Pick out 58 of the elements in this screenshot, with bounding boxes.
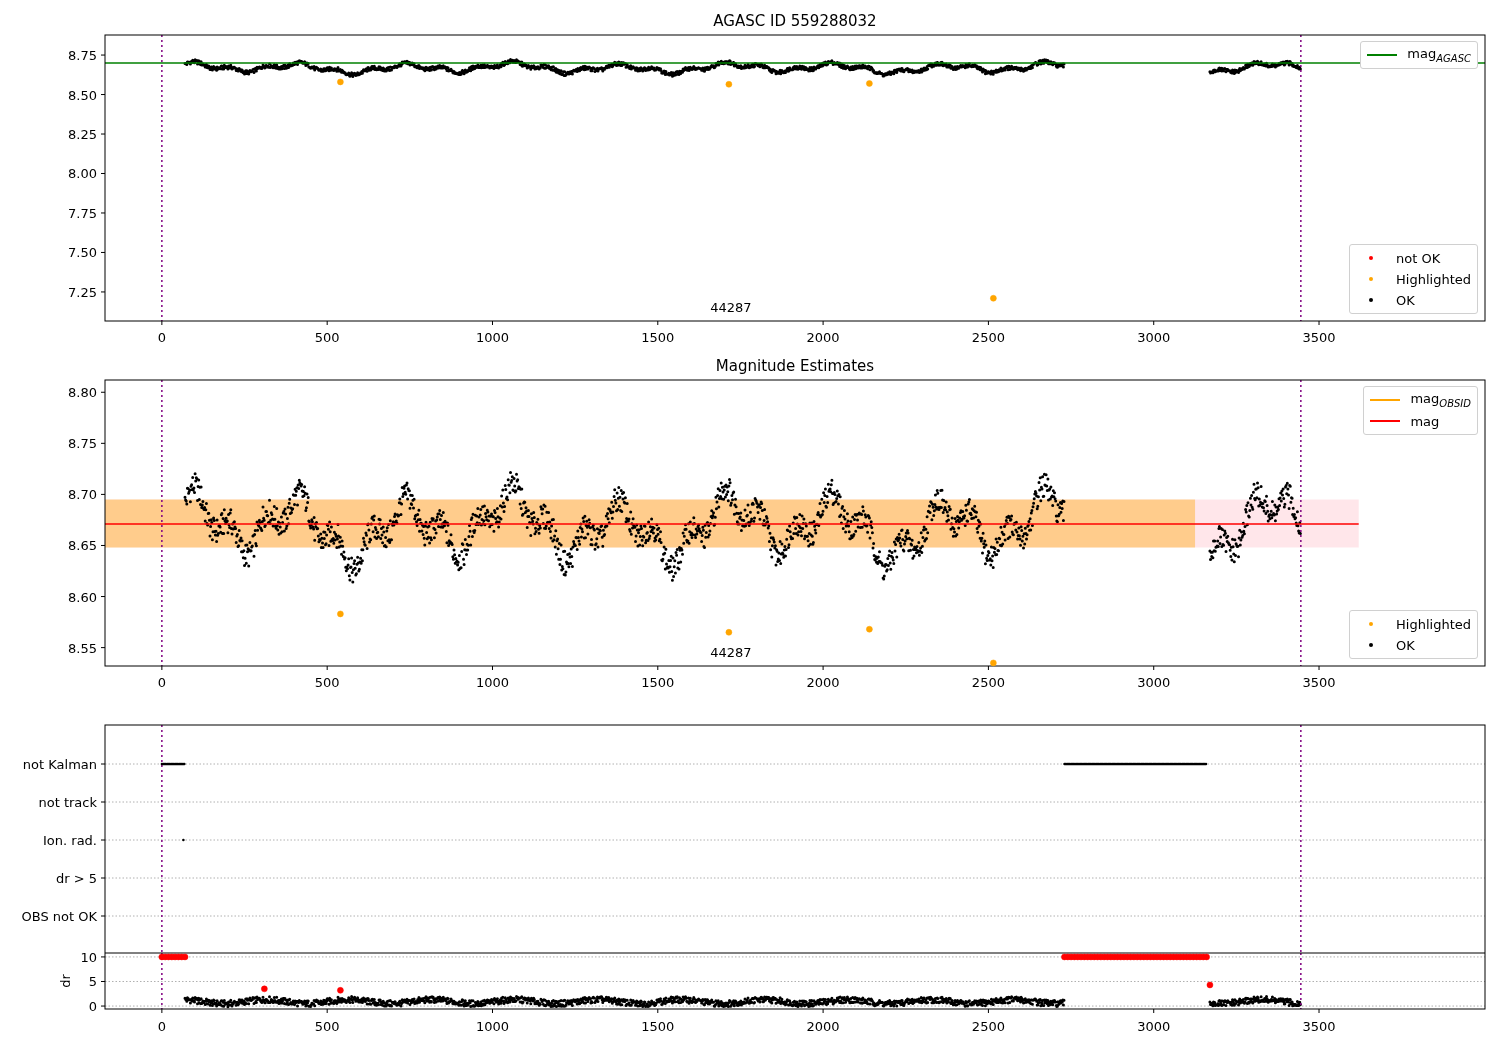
x-tick-label: 1500 [641,675,675,690]
chart-title: Magnitude Estimates [715,357,875,375]
y-tick-label: 8.00 [68,166,97,182]
y-tick-label: not Kalman [22,757,97,772]
y-tick-label: Ion. rad. [43,833,97,848]
x-tick-label: 1500 [641,330,675,345]
chart-title: AGASC ID 559288032 [713,12,877,30]
y-tick-label: 8.65 [68,538,97,554]
y-tick-label: 8.70 [68,487,97,503]
legend-label: not OK [1396,250,1441,266]
x-tick-label: 3500 [1302,1019,1336,1034]
x-tick-label: 500 [314,1019,340,1034]
legend-label: mag$_{AGASC}$ [1407,46,1471,64]
x-tick-label: 1000 [475,1019,510,1034]
y-tick-label: OBS not OK [21,909,97,924]
y-tick-label: 0 [88,999,97,1015]
x-tick-label: 500 [314,675,340,690]
x-tick-label: 2000 [806,1019,840,1034]
y-tick-label: 8.55 [68,640,97,656]
y-tick-label: dr > 5 [55,871,97,886]
y-tick-label: 8.75 [68,48,97,64]
annotation-label: 44287 [710,300,752,315]
x-tick-label: 3000 [1137,1019,1171,1034]
y-tick-label: 7.50 [68,245,97,261]
y-tick-label: 10 [80,953,97,965]
x-tick-label: 3000 [1137,330,1171,345]
x-tick-label: 2500 [971,330,1005,345]
y-tick-label: 8.60 [68,589,97,605]
x-tick-label: 2000 [806,675,840,690]
x-tick-label: 3500 [1302,330,1336,345]
x-tick-label: 3500 [1302,675,1336,690]
x-tick-label: 0 [157,1019,166,1034]
legend-label: OK [1396,292,1415,308]
legend-label: Highlighted [1396,271,1471,287]
legend-label: mag [1410,413,1440,429]
x-tick-label: 1000 [475,675,510,690]
y-axis-label: dr [58,974,73,988]
annotation-label: 44287 [710,645,752,660]
x-tick-label: 0 [157,675,166,690]
x-tick-label: 3000 [1137,675,1171,690]
y-tick-label: not track [38,795,97,810]
y-tick-label: 8.50 [68,87,97,103]
y-tick-label: 8.25 [68,127,97,142]
x-tick-label: 2500 [971,675,1005,690]
legend-label: mag$_{OBSID}$ [1410,391,1471,409]
y-tick-label: 5 [88,974,97,990]
x-tick-label: 500 [314,330,340,345]
y-tick-label: 8.80 [68,385,97,401]
x-tick-label: 2500 [971,1019,1005,1034]
y-tick-label: 7.25 [68,284,97,300]
x-tick-label: 2000 [806,330,840,345]
x-tick-label: 0 [157,330,166,345]
y-tick-label: 7.75 [68,206,97,221]
legend-label: Highlighted [1396,616,1471,632]
legend-label: OK [1396,637,1415,653]
x-tick-label: 1500 [641,1019,675,1034]
x-tick-label: 1000 [475,330,510,345]
y-tick-label: 8.75 [68,436,97,452]
